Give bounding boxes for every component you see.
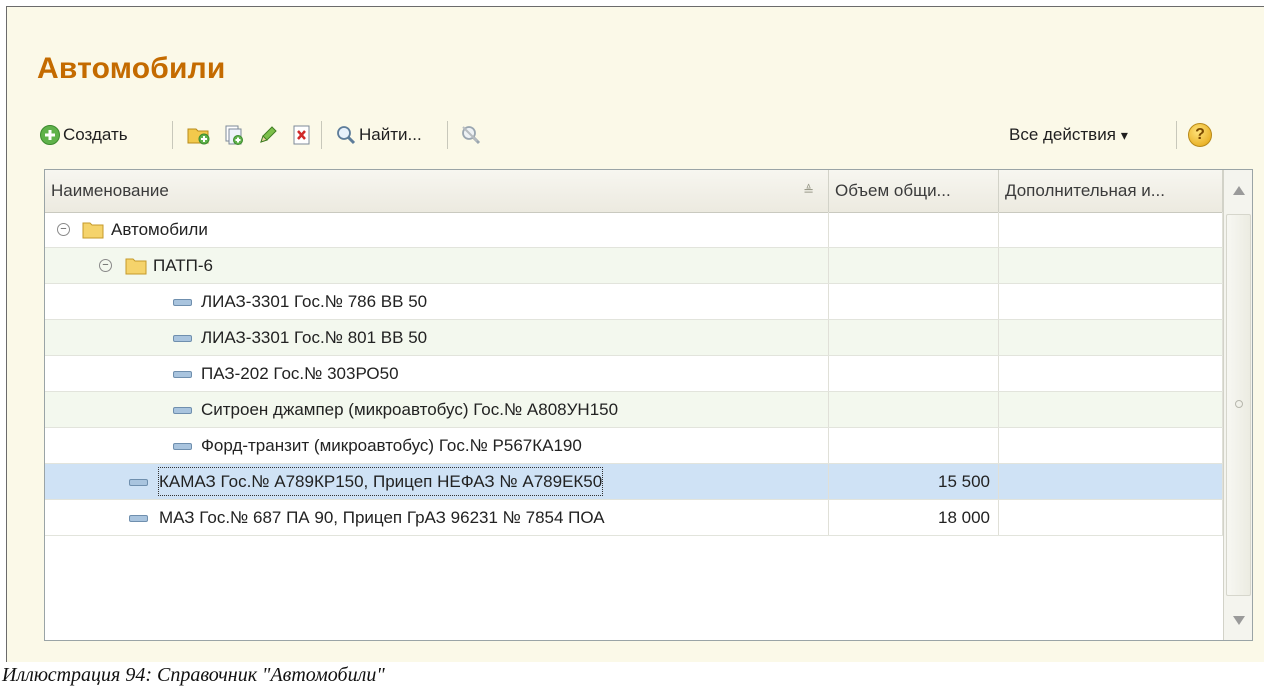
table-row-group-root[interactable]: − Автомобили: [45, 212, 1223, 248]
item-icon: [173, 407, 192, 414]
name-cell: ПАЗ-202 Гос.№ 303РО50: [45, 356, 829, 391]
table-row[interactable]: Ситроен джампер (микроавтобус) Гос.№ А80…: [45, 392, 1223, 428]
row-name: ПАЗ-202 Гос.№ 303РО50: [201, 364, 399, 383]
volume-cell: [829, 428, 999, 463]
all-actions-menu[interactable]: Все действия ▾: [1009, 116, 1128, 154]
extra-cell: [999, 212, 1223, 247]
column-header-name-label: Наименование: [51, 181, 169, 200]
name-cell: Форд-транзит (микроавтобус) Гос.№ Р567КА…: [45, 428, 829, 463]
item-icon: [173, 299, 192, 306]
page-title: Автомобили: [37, 52, 226, 85]
volume-cell: 15 500: [829, 464, 999, 499]
item-icon: [173, 335, 192, 342]
help-button[interactable]: ?: [1188, 116, 1212, 154]
column-header-extra[interactable]: Дополнительная и...: [999, 170, 1223, 212]
table-body: − Автомобили − ПАТП-6 ЛИАЗ-3301 Гос.№ 78…: [45, 212, 1223, 536]
extra-cell: [999, 284, 1223, 319]
extra-cell: [999, 320, 1223, 355]
edit-button[interactable]: [257, 116, 279, 154]
folder-icon: [125, 258, 147, 275]
create-button[interactable]: Создать: [39, 116, 128, 154]
magnifier-icon: [337, 126, 356, 145]
toolbar-divider: [172, 121, 173, 149]
find-button[interactable]: Найти...: [335, 116, 422, 154]
table-row[interactable]: ЛИАЗ-3301 Гос.№ 801 ВВ 50: [45, 320, 1223, 356]
copy-icon: [225, 125, 243, 145]
toolbar-divider: [321, 121, 322, 149]
item-icon: [173, 443, 192, 450]
extra-cell: [999, 392, 1223, 427]
name-cell: − ПАТП-6: [45, 248, 829, 283]
volume-cell: 18 000: [829, 500, 999, 535]
row-name: Форд-транзит (микроавтобус) Гос.№ Р567КА…: [201, 436, 582, 455]
row-name: ЛИАЗ-3301 Гос.№ 801 ВВ 50: [201, 328, 428, 347]
row-name: Автомобили: [111, 220, 208, 239]
catalog-table: Наименование ≜ Объем общи... Дополнитель…: [44, 169, 1253, 641]
add-folder-icon: [187, 128, 210, 145]
extra-cell: [999, 464, 1223, 499]
table-row-selected[interactable]: КАМАЗ Гос.№ А789КР150, Прицеп НЕФАЗ № А7…: [45, 464, 1223, 500]
create-button-label: Создать: [63, 125, 128, 144]
add-group-button[interactable]: [187, 116, 211, 154]
cancel-search-button[interactable]: [459, 116, 483, 154]
column-header-volume[interactable]: Объем общи...: [829, 170, 999, 212]
figure-caption: Иллюстрация 94: Справочник "Автомобили": [2, 664, 385, 686]
volume-cell: [829, 212, 999, 247]
extra-cell: [999, 356, 1223, 391]
table-header: Наименование ≜ Объем общи... Дополнитель…: [45, 170, 1223, 213]
row-name: ПАТП-6: [153, 256, 213, 275]
toolbar-divider: [1176, 121, 1177, 149]
collapse-icon[interactable]: −: [57, 223, 70, 236]
name-cell: МАЗ Гос.№ 687 ПА 90, Прицеп ГрАЗ 96231 №…: [45, 500, 829, 535]
table-row[interactable]: МАЗ Гос.№ 687 ПА 90, Прицеп ГрАЗ 96231 №…: [45, 500, 1223, 536]
scroll-up-arrow-icon[interactable]: [1233, 186, 1245, 195]
name-cell: Ситроен джампер (микроавтобус) Гос.№ А80…: [45, 392, 829, 427]
table-row[interactable]: ПАЗ-202 Гос.№ 303РО50: [45, 356, 1223, 392]
name-cell: КАМАЗ Гос.№ А789КР150, Прицеп НЕФАЗ № А7…: [45, 464, 829, 499]
row-name: Ситроен джампер (микроавтобус) Гос.№ А80…: [201, 400, 619, 419]
scroll-grip-icon: [1235, 400, 1243, 408]
table-row[interactable]: Форд-транзит (микроавтобус) Гос.№ Р567КА…: [45, 428, 1223, 464]
column-header-name[interactable]: Наименование ≜: [45, 170, 829, 212]
table-row-group-patp[interactable]: − ПАТП-6: [45, 248, 1223, 284]
row-name: КАМАЗ Гос.№ А789КР150, Прицеп НЕФАЗ № А7…: [155, 464, 606, 499]
row-name: МАЗ Гос.№ 687 ПА 90, Прицеп ГрАЗ 96231 №…: [159, 508, 605, 527]
delete-button[interactable]: [291, 116, 313, 154]
delete-icon: [293, 125, 310, 145]
table-row[interactable]: ЛИАЗ-3301 Гос.№ 786 ВВ 50: [45, 284, 1223, 320]
volume-cell: [829, 392, 999, 427]
find-button-label: Найти...: [359, 125, 422, 144]
name-cell: ЛИАЗ-3301 Гос.№ 801 ВВ 50: [45, 320, 829, 355]
name-cell: − Автомобили: [45, 212, 829, 247]
name-cell: ЛИАЗ-3301 Гос.№ 786 ВВ 50: [45, 284, 829, 319]
item-icon: [129, 479, 148, 486]
cancel-search-icon: [462, 126, 481, 145]
help-icon: ?: [1188, 123, 1212, 147]
scroll-down-arrow-icon[interactable]: [1233, 616, 1245, 625]
item-icon: [129, 515, 148, 522]
catalog-window: Автомобили Создать Найти... Все действия…: [6, 6, 1264, 662]
copy-button[interactable]: [223, 116, 245, 154]
toolbar-divider: [447, 121, 448, 149]
extra-cell: [999, 500, 1223, 535]
all-actions-label: Все действия: [1009, 125, 1116, 144]
item-icon: [173, 371, 192, 378]
folder-icon: [82, 222, 104, 239]
plus-circle-icon: [40, 125, 60, 145]
toolbar: Создать Найти... Все действия ▾ ?: [39, 116, 1264, 154]
volume-cell: [829, 284, 999, 319]
vertical-scrollbar[interactable]: [1223, 170, 1252, 640]
volume-cell: [829, 248, 999, 283]
chevron-down-icon: ▾: [1120, 126, 1128, 143]
extra-cell: [999, 428, 1223, 463]
volume-cell: [829, 356, 999, 391]
pencil-icon: [260, 126, 277, 143]
row-name: ЛИАЗ-3301 Гос.№ 786 ВВ 50: [201, 292, 428, 311]
volume-cell: [829, 320, 999, 355]
sort-icon: ≜: [803, 183, 814, 198]
extra-cell: [999, 248, 1223, 283]
collapse-icon[interactable]: −: [99, 259, 112, 272]
